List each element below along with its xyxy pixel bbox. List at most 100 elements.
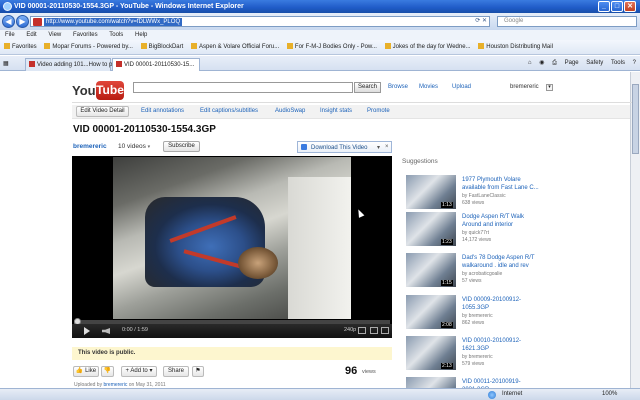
expand-icon[interactable]	[370, 327, 378, 334]
suggestion-title[interactable]: VID 00010-20100912-1621.3GP	[462, 337, 544, 353]
suggestion-item[interactable]: 2:13 VID 00010-20100912-1621.3GP by brem…	[406, 336, 621, 376]
help-menu[interactable]: ?	[633, 60, 636, 66]
suggestion-title[interactable]: VID 00009-20100912-1055.3GP	[462, 296, 544, 312]
suggestion-item[interactable]: 1:15 Dad's 78 Dodge Aspen R/T walkaround…	[406, 253, 621, 293]
suggestion-title[interactable]: Dodge Aspen R/T Walk Around and interior	[462, 213, 544, 229]
zoom-level[interactable]: 100%	[602, 389, 617, 400]
page-icon	[286, 43, 293, 50]
menu-view[interactable]: View	[48, 32, 61, 38]
favorite-link[interactable]: For F-M-J Bodies Only - Pow...	[286, 40, 377, 55]
edit-video-detail-button[interactable]: Edit Video Detail	[76, 106, 129, 117]
close-button[interactable]: ✕	[624, 1, 636, 12]
suggestion-title[interactable]: 1977 Plymouth Volare available from Fast…	[462, 176, 544, 192]
video-thumbnail[interactable]: 1:23	[406, 212, 456, 246]
page-icon	[44, 43, 51, 50]
favorite-link[interactable]: Aspen & Volare Official Foru...	[190, 40, 279, 55]
video-count[interactable]: 10 videos ▾	[118, 143, 150, 150]
like-button[interactable]: 👍 Like	[73, 366, 99, 377]
forward-icon[interactable]: ▶	[16, 15, 29, 28]
suggestion-title[interactable]: VID 00011-20100919-2031.3GP	[462, 378, 544, 388]
nav-upload[interactable]: Upload	[452, 84, 471, 90]
nav-movies[interactable]: Movies	[419, 84, 438, 90]
suggestion-author[interactable]: by bremereric	[462, 313, 493, 319]
fullscreen-icon[interactable]	[381, 327, 389, 334]
video-frame[interactable]	[113, 157, 351, 319]
uploader-link[interactable]: bremereric	[73, 143, 107, 150]
favorites-button[interactable]: Favorites	[4, 40, 37, 55]
quick-tabs-icon[interactable]: ▦	[3, 58, 9, 71]
ie-app-icon	[3, 2, 12, 11]
youtube-logo[interactable]: You Tube	[72, 80, 124, 104]
youtube-search-button[interactable]: Search	[354, 82, 381, 93]
window-title-bar: VID 00001-20110530-1554.3GP - YouTube - …	[0, 0, 640, 13]
audioswap-link[interactable]: AudioSwap	[275, 108, 305, 114]
address-bar[interactable]: http://www.youtube.com/watch?v=fDLWWx_PL…	[30, 16, 490, 27]
home-icon[interactable]: ⌂	[528, 60, 532, 66]
edit-captions-link[interactable]: Edit captions/subtitles	[200, 108, 258, 114]
nav-browse[interactable]: Browse	[388, 84, 408, 90]
volume-icon[interactable]	[102, 328, 110, 334]
tab-strip: ▦ Video adding 101...How to p... VID 000…	[0, 56, 640, 71]
print-icon[interactable]: ⎙	[552, 60, 557, 66]
youtube-search-input[interactable]	[133, 82, 353, 93]
tools-menu[interactable]: Tools	[611, 60, 625, 66]
scrollbar-thumb[interactable]	[632, 84, 639, 154]
share-button[interactable]: Share	[163, 366, 189, 377]
maximize-button[interactable]: □	[611, 1, 623, 12]
account-dropdown-icon[interactable]: ▾	[546, 84, 553, 91]
edit-annotations-link[interactable]: Edit annotations	[141, 108, 184, 114]
stop-icon[interactable]: ✕	[482, 18, 487, 24]
refresh-icon[interactable]: ⟳	[475, 18, 480, 24]
suggestion-author[interactable]: by quick77rt	[462, 230, 489, 236]
menu-edit[interactable]: Edit	[26, 32, 36, 38]
subscribe-button[interactable]: Subscribe	[163, 141, 200, 152]
vertical-scrollbar[interactable]	[630, 72, 640, 388]
chevron-down-icon: ▾	[147, 144, 151, 150]
suggestion-title[interactable]: Dad's 78 Dodge Aspen R/T walkaround . id…	[462, 254, 544, 270]
video-thumbnail[interactable]	[406, 377, 456, 388]
favorite-link[interactable]: Houston Distributing Mail	[478, 40, 553, 55]
search-box[interactable]: Google	[497, 16, 637, 27]
favorite-link[interactable]: Mopar Forums - Powered by...	[44, 40, 133, 55]
favorite-link[interactable]: Jokes of the day for Wedne...	[384, 40, 471, 55]
address-controls: ⟳ ✕	[475, 17, 487, 26]
download-options-icon[interactable]: ▾	[377, 143, 384, 153]
promote-link[interactable]: Promote	[367, 108, 390, 114]
close-icon[interactable]: ×	[385, 142, 389, 152]
video-thumbnail[interactable]: 2:08	[406, 295, 456, 329]
chevron-down-icon: ▾	[149, 368, 153, 374]
feeds-icon[interactable]: ◉	[539, 60, 544, 66]
safety-menu[interactable]: Safety	[586, 60, 603, 66]
menu-file[interactable]: File	[5, 32, 15, 38]
menu-tools[interactable]: Tools	[109, 32, 123, 38]
add-to-button[interactable]: + Add to ▾	[121, 366, 157, 377]
video-thumbnail[interactable]: 1:15	[406, 253, 456, 287]
tab-video-adding[interactable]: Video adding 101...How to p...	[25, 58, 117, 71]
suggestion-author[interactable]: by bremereric	[462, 354, 493, 360]
play-icon[interactable]	[84, 327, 90, 335]
menu-favorites[interactable]: Favorites	[73, 32, 98, 38]
favorite-link[interactable]: BigBlockDart	[140, 40, 183, 55]
tab-current-video[interactable]: VID 00001-20110530-15...	[112, 58, 200, 71]
minimize-button[interactable]: _	[598, 1, 610, 12]
suggestion-item[interactable]: VID 00011-20100919-2031.3GP	[406, 377, 621, 388]
download-video-button[interactable]: Download This Video ▾ ×	[297, 141, 392, 153]
suggestion-item[interactable]: 1:13 1977 Plymouth Volare available from…	[406, 175, 621, 215]
page-menu[interactable]: Page	[565, 60, 579, 66]
account-username[interactable]: bremereric	[510, 84, 539, 90]
suggestion-author[interactable]: by acrobaticgoalie	[462, 271, 502, 277]
dislike-button[interactable]: 👎	[101, 366, 114, 377]
suggestion-item[interactable]: 1:23 Dodge Aspen R/T Walk Around and int…	[406, 212, 621, 252]
video-thumbnail[interactable]: 2:13	[406, 336, 456, 370]
page-icon	[140, 43, 147, 50]
suggestion-author[interactable]: by FastLaneClassic	[462, 193, 506, 199]
flag-button[interactable]: ⚑	[192, 366, 204, 377]
back-icon[interactable]: ◀	[2, 15, 15, 28]
video-thumbnail[interactable]: 1:13	[406, 175, 456, 209]
quality-selector[interactable]: 240p	[344, 327, 356, 333]
insight-stats-link[interactable]: Insight stats	[320, 108, 352, 114]
address-url[interactable]: http://www.youtube.com/watch?v=fDLWWx_PL…	[44, 18, 183, 26]
suggestion-item[interactable]: 2:08 VID 00009-20100912-1055.3GP by brem…	[406, 295, 621, 335]
popout-icon[interactable]	[358, 327, 366, 334]
menu-help[interactable]: Help	[135, 32, 147, 38]
